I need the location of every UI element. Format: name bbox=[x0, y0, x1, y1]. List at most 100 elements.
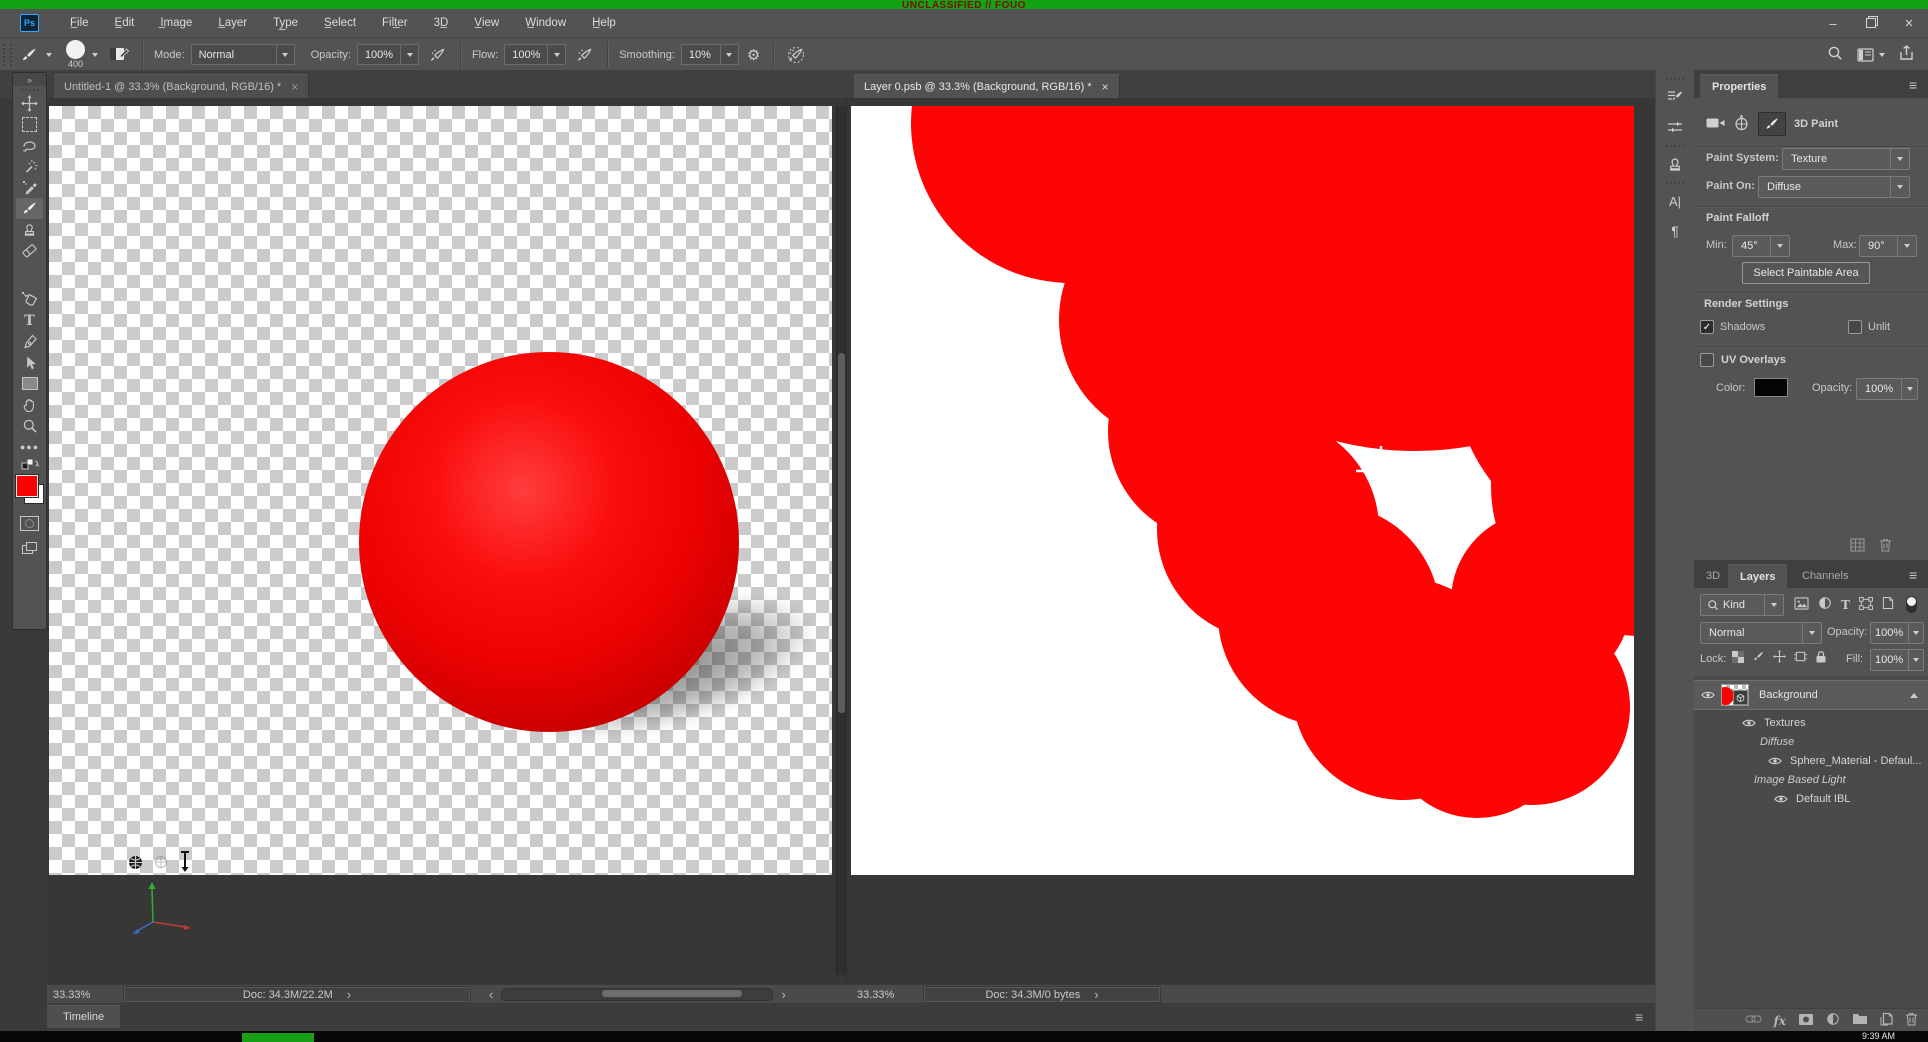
menu-file[interactable]: F̲ile bbox=[57, 13, 102, 33]
stylus-pressure-icon[interactable] bbox=[787, 46, 805, 64]
swap-colors-icon[interactable] bbox=[16, 457, 43, 471]
unlit-checkbox[interactable] bbox=[1848, 320, 1862, 334]
clone-source-panel-icon[interactable] bbox=[1660, 151, 1690, 177]
uv-opacity-dropdown[interactable]: 100% bbox=[1856, 378, 1918, 400]
menu-edit[interactable]: E̲dit bbox=[102, 13, 148, 33]
layer-thumbnail[interactable] bbox=[1721, 684, 1749, 706]
edit-toolbar-icon[interactable]: ●●● bbox=[16, 436, 43, 457]
paint-system-dropdown[interactable]: Texture bbox=[1782, 148, 1910, 170]
delete-layer-icon[interactable] bbox=[1905, 1012, 1918, 1029]
layer-row-sphere-material[interactable]: Sphere_Material - Defaul... bbox=[1694, 750, 1928, 771]
lock-transparency-icon[interactable] bbox=[1732, 650, 1744, 666]
layer-row-image-based-light[interactable]: Image Based Light bbox=[1694, 769, 1928, 790]
material-drop-tool[interactable] bbox=[16, 289, 43, 310]
restore-button[interactable] bbox=[1852, 9, 1890, 37]
brush-tool[interactable] bbox=[16, 198, 43, 219]
path-select-tool[interactable] bbox=[16, 352, 43, 373]
menu-layer[interactable]: L̲ayer bbox=[205, 13, 260, 33]
new-layer-icon[interactable] bbox=[1880, 1012, 1893, 1029]
select-paintable-area-button[interactable]: Select Paintable Area bbox=[1742, 262, 1870, 284]
tab-3d[interactable]: 3D bbox=[1694, 564, 1732, 588]
layers-menu-icon[interactable]: ≡ bbox=[1909, 567, 1917, 583]
canvas-layer0-artboard[interactable] bbox=[851, 106, 1634, 875]
layer-filter-dropdown[interactable]: Kind bbox=[1700, 594, 1784, 616]
vertical-scrollbar-left-doc[interactable] bbox=[836, 106, 846, 975]
tab-untitled-1-close-icon[interactable]: × bbox=[291, 80, 298, 94]
layer-row-diffuse[interactable]: Diffuse bbox=[1694, 731, 1928, 752]
smoothing-dropdown[interactable]: 10% bbox=[680, 44, 739, 65]
close-button[interactable]: × bbox=[1890, 9, 1928, 37]
filter-shape-icon[interactable] bbox=[1858, 596, 1873, 613]
dock-grip[interactable] bbox=[1666, 78, 1684, 80]
3d-mesh-icon[interactable] bbox=[1733, 114, 1750, 135]
opacity-dropdown[interactable]: 100% bbox=[356, 44, 419, 65]
3d-paint-brush-icon[interactable] bbox=[1758, 112, 1786, 136]
add-mask-icon[interactable] bbox=[1798, 1013, 1814, 1029]
filter-type-icon[interactable]: T bbox=[1841, 598, 1850, 612]
brush-settings-panel-icon[interactable] bbox=[1660, 84, 1690, 110]
tab-untitled-1[interactable]: Untitled-1 @ 33.3% (Background, RGB/16) … bbox=[54, 74, 310, 99]
brush-picker-chevron[interactable] bbox=[92, 52, 98, 57]
add-adjustment-icon[interactable] bbox=[1826, 1012, 1840, 1029]
magic-wand-tool[interactable] bbox=[16, 156, 43, 177]
tab-layer0-psb[interactable]: Layer 0.psb @ 33.3% (Background, RGB/16)… bbox=[854, 74, 1120, 99]
tool-presets-panel-icon[interactable] bbox=[1660, 114, 1690, 140]
doc-size-right[interactable]: Doc: 34.3M/0 bytes › bbox=[923, 986, 1161, 1003]
hand-tool[interactable] bbox=[16, 394, 43, 415]
share-icon[interactable] bbox=[1899, 45, 1914, 64]
opacity-pressure-icon[interactable] bbox=[429, 46, 447, 64]
properties-menu-icon[interactable]: ≡ bbox=[1909, 77, 1917, 93]
lock-artboard-icon[interactable] bbox=[1794, 650, 1807, 666]
paint-on-dropdown[interactable]: Diffuse bbox=[1758, 176, 1910, 198]
fill-dropdown[interactable]: 100% bbox=[1870, 649, 1924, 671]
horizontal-scrollbar-thumb[interactable] bbox=[602, 990, 743, 997]
lock-all-icon[interactable] bbox=[1815, 650, 1827, 666]
horizontal-scrollbar-left-doc[interactable] bbox=[501, 988, 774, 1001]
layer-effects-icon[interactable]: fx bbox=[1774, 1014, 1786, 1028]
dock-grip-3[interactable] bbox=[1666, 182, 1684, 184]
hscroll-left-arrow-icon[interactable]: ‹ bbox=[489, 988, 493, 1001]
type-tool[interactable]: T bbox=[16, 310, 43, 331]
canvas-untitled-artboard[interactable] bbox=[49, 106, 832, 875]
minimize-button[interactable]: – bbox=[1814, 9, 1852, 37]
menu-image[interactable]: I̲mage bbox=[147, 13, 205, 33]
hscroll-right-arrow-icon[interactable]: › bbox=[781, 988, 785, 1001]
menu-help[interactable]: H̲elp bbox=[579, 13, 629, 33]
default-ibl-eye-icon[interactable] bbox=[1774, 794, 1788, 804]
zoom-level-right[interactable]: 33.33% bbox=[857, 989, 923, 1001]
3d-camera-icon[interactable] bbox=[1706, 116, 1725, 133]
document-pane-layer0[interactable] bbox=[846, 98, 1656, 984]
tab-layer0-psb-close-icon[interactable]: × bbox=[1102, 80, 1109, 94]
status-chevron-icon-right[interactable]: › bbox=[1094, 988, 1098, 1001]
filter-adjustment-icon[interactable] bbox=[1818, 596, 1832, 613]
min-dropdown[interactable]: 45° bbox=[1732, 235, 1790, 257]
timeline-tab[interactable]: Timeline bbox=[47, 1005, 121, 1028]
filter-toggle[interactable] bbox=[1905, 596, 1917, 613]
toolbar-grip[interactable] bbox=[20, 89, 39, 91]
clone-stamp-tool[interactable] bbox=[16, 219, 43, 240]
smoothing-options-gear-icon[interactable]: ⚙ bbox=[747, 46, 760, 64]
flow-dropdown[interactable]: 100% bbox=[504, 44, 567, 65]
eraser-tool[interactable] bbox=[16, 240, 43, 261]
timeline-menu-icon[interactable]: ≡ bbox=[1635, 1009, 1643, 1025]
document-pane-untitled[interactable] bbox=[47, 98, 846, 984]
zoom-tool[interactable] bbox=[16, 415, 43, 436]
search-icon[interactable] bbox=[1827, 45, 1843, 64]
link-layers-icon[interactable] bbox=[1745, 1014, 1762, 1027]
menu-type[interactable]: Ty̲pe bbox=[260, 13, 311, 33]
move-tool[interactable] bbox=[16, 93, 43, 114]
delete-icon[interactable] bbox=[1879, 538, 1892, 555]
tab-channels[interactable]: Channels bbox=[1790, 564, 1860, 588]
brush-preview[interactable]: 400 bbox=[66, 40, 85, 69]
tab-layers[interactable]: Layers bbox=[1728, 564, 1788, 589]
tool-preset-chevron[interactable] bbox=[46, 52, 52, 57]
toolbar-collapse-icon[interactable]: » bbox=[13, 73, 46, 86]
uv-overlays-checkbox[interactable] bbox=[1700, 353, 1714, 367]
airbrush-icon[interactable] bbox=[576, 46, 594, 64]
textures-eye-icon[interactable] bbox=[1742, 718, 1756, 728]
pen-tool[interactable] bbox=[16, 331, 43, 352]
foreground-color-swatch[interactable] bbox=[14, 474, 39, 498]
status-chevron-icon[interactable]: › bbox=[347, 988, 351, 1001]
menu-view[interactable]: V̲iew bbox=[461, 13, 512, 33]
menu-filter[interactable]: Filt̲er bbox=[369, 13, 421, 33]
